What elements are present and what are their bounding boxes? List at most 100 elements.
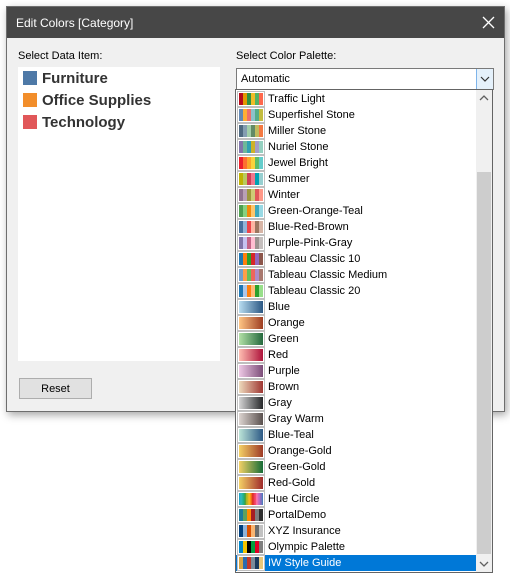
palette-option-label: Gray Warm [268, 413, 324, 425]
palette-option-label: Winter [268, 189, 300, 201]
palette-option-gray[interactable]: Gray [236, 395, 476, 411]
select-data-item-label: Select Data Item: [18, 50, 103, 62]
palette-option-winter[interactable]: Winter [236, 187, 476, 203]
palette-thumbnail [238, 412, 264, 426]
scroll-down-arrow-icon [479, 561, 489, 567]
palette-option-red-gold[interactable]: Red-Gold [236, 475, 476, 491]
palette-thumbnail [238, 540, 264, 554]
palette-option-green-orange-teal[interactable]: Green-Orange-Teal [236, 203, 476, 219]
data-item-furniture[interactable]: Furniture [23, 69, 108, 87]
palette-thumbnail [238, 332, 264, 346]
data-item-label: Furniture [42, 69, 108, 87]
chevron-down-icon [480, 76, 490, 82]
palette-thumbnail [238, 508, 264, 522]
reset-button[interactable]: Reset [19, 378, 92, 399]
scrollbar[interactable] [476, 90, 492, 572]
palette-option-iw-style-guide[interactable]: IW Style Guide [236, 555, 476, 571]
data-items-list: Furniture Office Supplies Technology [18, 67, 220, 361]
close-button[interactable] [473, 7, 504, 38]
data-item-office-supplies[interactable]: Office Supplies [23, 91, 151, 109]
palette-option-purple[interactable]: Purple [236, 363, 476, 379]
dropdown-arrow-button[interactable] [476, 69, 493, 89]
palette-option-label: Summer [268, 173, 310, 185]
palette-thumbnail [238, 188, 264, 202]
palette-thumbnail [238, 460, 264, 474]
palette-option-blue-red-brown[interactable]: Blue-Red-Brown [236, 219, 476, 235]
palette-option-nuriel-stone[interactable]: Nuriel Stone [236, 139, 476, 155]
scroll-down-button[interactable] [476, 555, 492, 572]
palette-option-tableau-classic-medium[interactable]: Tableau Classic Medium [236, 267, 476, 283]
color-swatch [23, 115, 37, 129]
palette-thumbnail [238, 124, 264, 138]
palette-option-label: Green-Gold [268, 461, 326, 473]
palette-option-label: Blue [268, 301, 291, 313]
palette-option-miller-stone[interactable]: Miller Stone [236, 123, 476, 139]
data-item-technology[interactable]: Technology [23, 113, 125, 131]
palette-dropdown-list[interactable]: Traffic Light Superfishel Stone Miller Sto… [235, 89, 493, 573]
palette-option-label: Tableau Classic 20 [268, 285, 361, 297]
palette-option-label: Red-Gold [268, 477, 316, 489]
color-swatch [23, 93, 37, 107]
palette-option-summer[interactable]: Summer [236, 171, 476, 187]
palette-option-label: Red [268, 349, 289, 361]
palette-option-green[interactable]: Green [236, 331, 476, 347]
palette-thumbnail [238, 396, 264, 410]
palette-option-portal-demo[interactable]: PortalDemo [236, 507, 476, 523]
palette-option-label: Tableau Classic 10 [268, 253, 361, 265]
palette-option-blue-teal[interactable]: Blue-Teal [236, 427, 476, 443]
palette-option-jewel-bright[interactable]: Jewel Bright [236, 155, 476, 171]
palette-thumbnail [238, 252, 264, 266]
palette-option-label: Green [268, 333, 299, 345]
palette-option-red[interactable]: Red [236, 347, 476, 363]
palette-option-traffic-light[interactable]: Traffic Light [236, 91, 476, 107]
palette-option-superfishel-stone[interactable]: Superfishel Stone [236, 107, 476, 123]
palette-thumbnail [238, 284, 264, 298]
palette-option-purple-pink-gray[interactable]: Purple-Pink-Gray [236, 235, 476, 251]
palette-option-label: Olympic Palette [268, 541, 346, 553]
palette-option-label: Blue-Teal [268, 429, 314, 441]
selected-palette-value: Automatic [241, 73, 290, 85]
palette-option-olympic-palette[interactable]: Olympic Palette [236, 539, 476, 555]
palette-option-label: Jewel Bright [268, 157, 328, 169]
scroll-up-arrow-icon [479, 95, 489, 101]
palette-option-label: Superfishel Stone [268, 109, 355, 121]
palette-option-xyz-insurance[interactable]: XYZ Insurance [236, 523, 476, 539]
data-item-label: Office Supplies [42, 91, 152, 109]
palette-thumbnail [238, 476, 264, 490]
data-item-label: Technology [42, 113, 126, 131]
palette-option-label: Orange [268, 317, 305, 329]
select-color-palette-label: Select Color Palette: [236, 50, 337, 62]
palette-option-brown[interactable]: Brown [236, 379, 476, 395]
color-swatch [23, 71, 37, 85]
palette-thumbnail [238, 348, 264, 362]
close-icon [482, 16, 495, 29]
palette-option-tableau-classic-20[interactable]: Tableau Classic 20 [236, 283, 476, 299]
palette-thumbnail [238, 140, 264, 154]
palette-thumbnail [238, 492, 264, 506]
palette-option-orange[interactable]: Orange [236, 315, 476, 331]
palette-thumbnail [238, 556, 264, 570]
palette-option-label: IW Style Guide [268, 557, 342, 569]
palette-thumbnail [238, 316, 264, 330]
palette-option-label: Purple [268, 365, 300, 377]
palette-option-tableau-classic-10[interactable]: Tableau Classic 10 [236, 251, 476, 267]
palette-option-green-gold[interactable]: Green-Gold [236, 459, 476, 475]
scrollbar-thumb[interactable] [477, 172, 491, 554]
palette-thumbnail [238, 524, 264, 538]
palette-thumbnail [238, 108, 264, 122]
palette-option-label: Gray [268, 397, 292, 409]
palette-option-hue-circle[interactable]: Hue Circle [236, 491, 476, 507]
palette-option-label: Green-Orange-Teal [268, 205, 363, 217]
palette-option-gray-warm[interactable]: Gray Warm [236, 411, 476, 427]
palette-option-orange-gold[interactable]: Orange-Gold [236, 443, 476, 459]
palette-option-blue[interactable]: Blue [236, 299, 476, 315]
scroll-up-button[interactable] [476, 90, 492, 107]
color-palette-select[interactable]: Automatic [236, 68, 494, 90]
dialog-title: Edit Colors [Category] [16, 16, 134, 30]
palette-option-label: Purple-Pink-Gray [268, 237, 353, 249]
palette-option-label: Brown [268, 381, 300, 393]
palette-thumbnail [238, 220, 264, 234]
palette-thumbnail [238, 380, 264, 394]
palette-option-label: Hue Circle [268, 493, 320, 505]
palette-thumbnail [238, 428, 264, 442]
